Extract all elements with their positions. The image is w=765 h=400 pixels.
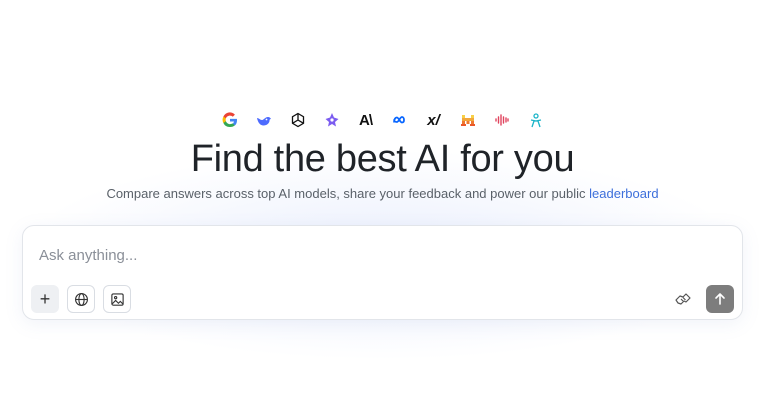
add-button[interactable]: + xyxy=(31,285,59,313)
prompt-input[interactable] xyxy=(39,244,719,266)
subtitle-text: Compare answers across top AI models, sh… xyxy=(106,186,586,201)
model-logos-row: A\ x/ xyxy=(0,110,765,130)
page-title: Find the best AI for you xyxy=(190,138,575,180)
image-icon xyxy=(110,292,124,306)
image-upload-button[interactable] xyxy=(103,285,131,313)
openai-icon xyxy=(288,110,308,130)
handshake-icon xyxy=(675,293,691,305)
meta-icon xyxy=(390,110,410,130)
deepseek-icon xyxy=(254,110,274,130)
send-button[interactable] xyxy=(706,285,734,313)
google-icon xyxy=(220,110,240,130)
chat-box: + xyxy=(22,225,743,320)
page: A\ x/ Find the best AI for you Compare a… xyxy=(0,0,765,400)
xai-icon: x/ xyxy=(427,111,440,129)
leaderboard-link[interactable]: leaderboard xyxy=(589,186,658,201)
gemini-spark-icon xyxy=(322,110,342,130)
audio-wave-icon xyxy=(492,110,512,130)
globe-icon xyxy=(74,292,88,306)
mistral-icon xyxy=(458,110,478,130)
nvidia-icon xyxy=(526,110,546,130)
arrow-up-icon xyxy=(715,293,725,305)
page-subtitle: Compare answers across top AI models, sh… xyxy=(0,186,765,201)
battle-mode-button[interactable] xyxy=(670,286,696,312)
web-search-button[interactable] xyxy=(67,285,95,313)
anthropic-icon: A\ xyxy=(359,111,373,129)
